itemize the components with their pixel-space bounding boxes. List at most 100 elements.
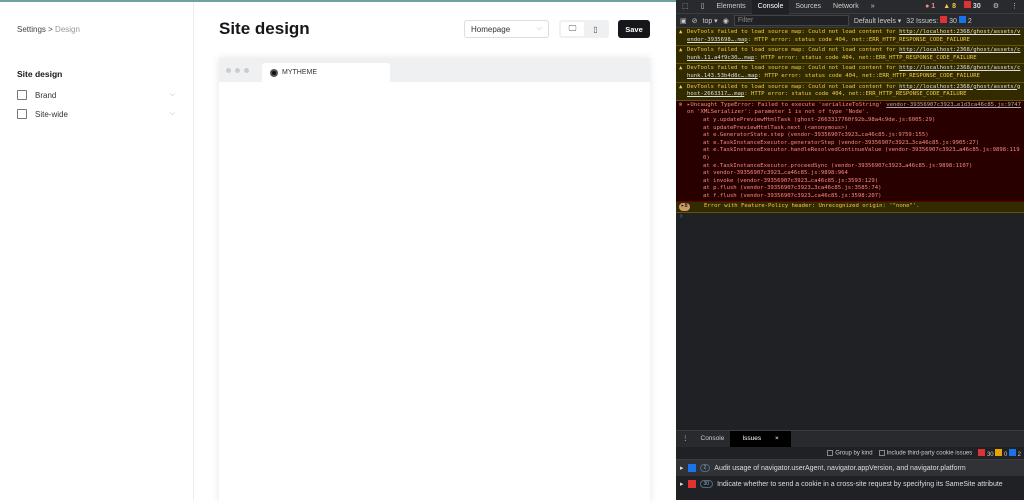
- error-icon: ⊗: [679, 101, 683, 108]
- sidebar-item-label: Brand: [35, 90, 57, 100]
- breadcrumb: Settings > Design: [17, 25, 80, 34]
- stack-frame[interactable]: at e.TaskInstanceExecutor.proceedSync (v…: [687, 163, 1021, 171]
- issue-row[interactable]: ▸ 2 Audit usage of navigator.userAgent, na…: [676, 460, 1024, 476]
- device-toggle: 🖵 ▯: [559, 20, 609, 38]
- console-warning: ▲ DevTools failed to load source map: Cou…: [676, 64, 1024, 83]
- error-count-value: 1: [931, 2, 936, 10]
- devtools-drawer: ⋮ Console Issues × Group by kind Include…: [676, 430, 1024, 500]
- issues-toolbar: Group by kind Include third-party cookie…: [676, 447, 1024, 460]
- console-warning: ▲ DevTools failed to load source map: Cou…: [676, 82, 1024, 101]
- stack-frame[interactable]: at updatePreviewHtmlTask.next (<anonymou…: [687, 125, 1021, 133]
- issue-title: Indicate whether to send a cookie in a c…: [717, 480, 1003, 488]
- error-issue-icon: [687, 480, 696, 488]
- error-count[interactable]: ● 1: [919, 0, 941, 14]
- warning-count[interactable]: ▲ 8: [941, 0, 958, 14]
- ghost-admin: Settings > Design Site design Brand ⌵ Si…: [0, 0, 676, 502]
- device-icon[interactable]: ▯: [695, 0, 711, 14]
- issue-counts: 30 0 2: [978, 448, 1021, 458]
- issues-blue-count: 2: [967, 18, 972, 25]
- sidebar-item-brand[interactable]: Brand ⌵: [17, 88, 175, 102]
- issues-summary[interactable]: 32 Issues: 30 2: [906, 16, 972, 25]
- issues-red-count: 30: [949, 18, 957, 25]
- repeat-badge-icon: ▸8: [679, 203, 690, 212]
- filter-input[interactable]: Filter: [733, 15, 849, 26]
- blue-count: 2: [1017, 451, 1021, 458]
- warning-text: DevTools failed to load source map: Coul…: [687, 47, 900, 54]
- console-messages: ▲ DevTools failed to load source map: Cou…: [676, 28, 1024, 220]
- console-prompt[interactable]: ›: [676, 213, 1024, 220]
- warning-rest: : HTTP error: status code 404, net::ERR_…: [757, 72, 981, 79]
- expand-icon: ▸: [680, 465, 684, 472]
- layout-icon: [17, 109, 27, 119]
- drawer-tab-label: Issues: [742, 435, 762, 442]
- warning-text: DevTools failed to load source map: Coul…: [687, 65, 900, 72]
- console-warning: ▸8 Error with Feature-Policy header: Unre…: [676, 202, 1024, 214]
- warning-rest: : HTTP error: status code 404, net::ERR_…: [744, 91, 967, 98]
- red-count: 30: [986, 451, 994, 458]
- tab-network[interactable]: Network: [827, 0, 865, 14]
- breadcrumb-settings[interactable]: Settings: [17, 25, 46, 34]
- issue-count-badge: 2: [699, 464, 711, 472]
- inspect-icon[interactable]: ⬚: [676, 0, 695, 14]
- sidebar-toggle-icon[interactable]: ▣: [680, 17, 687, 25]
- chevron-down-icon: ⌵: [536, 25, 542, 32]
- issue-count-value: 30: [972, 2, 981, 10]
- more-icon[interactable]: ⋮: [1005, 0, 1024, 14]
- stack-frame[interactable]: at p.flush (vendor-39356907c3923…3ca46c8…: [687, 185, 1021, 193]
- stack-frame[interactable]: at e.TaskInstanceExecutor.generatorStep …: [687, 140, 1021, 148]
- issue-count[interactable]: 30: [958, 0, 987, 14]
- tab-console[interactable]: Console: [751, 0, 790, 14]
- stack-frame[interactable]: at e.TaskInstanceExecutor.handleResolved…: [687, 147, 1021, 162]
- mobile-icon[interactable]: ▯: [584, 22, 607, 36]
- more-tabs-button[interactable]: »: [865, 0, 881, 14]
- save-button[interactable]: Save: [618, 20, 650, 38]
- stack-frame[interactable]: at e.GeneratorState.step (vendor-3935690…: [687, 132, 1021, 140]
- eye-icon[interactable]: ◉: [723, 17, 729, 25]
- checkbox-label: Include third-party cookie issues: [886, 450, 973, 457]
- stack-frame[interactable]: at vendor-39356907c3923…ca46c85.js:9898:…: [687, 170, 1021, 178]
- warning-rest: : HTTP error: status code 404, net::ERR_…: [754, 54, 977, 61]
- sidebar-item-label: Site-wide: [35, 109, 68, 119]
- edit-icon: [17, 90, 27, 100]
- levels-select[interactable]: Default levels ▾: [854, 17, 901, 25]
- group-by-kind-checkbox[interactable]: Group by kind: [827, 449, 873, 457]
- error-source-link[interactable]: vendor-39356907c3923…e1d3ca46c85.js:9747: [886, 102, 1021, 110]
- yellow-count: 0: [1003, 451, 1008, 458]
- preview-tab-label: MYTHEME: [282, 69, 317, 76]
- preview-tab: MYTHEME: [262, 63, 390, 82]
- stack-frame[interactable]: at invoke (vendor-39356907c3923…ca46c85.…: [687, 178, 1021, 186]
- site-preview: MYTHEME: [219, 58, 650, 502]
- issue-row[interactable]: ▸ 30 Indicate whether to send a cookie in …: [676, 476, 1024, 492]
- console-error[interactable]: ⊗ vendor-39356907c3923…e1d3ca46c85.js:97…: [676, 100, 1024, 203]
- sidebar-title: Site design: [17, 69, 63, 79]
- window-dots: [226, 68, 249, 73]
- gear-icon[interactable]: ⚙: [987, 0, 1005, 14]
- warning-rest: : HTTP error: status code 404, net::ERR_…: [747, 36, 970, 43]
- sidebar-item-site-wide[interactable]: Site-wide ⌵: [17, 107, 175, 121]
- devtools-tabs: ⬚ ▯ Elements Console Sources Network » ●…: [676, 0, 1024, 14]
- page-select[interactable]: Homepage ⌵: [464, 20, 549, 38]
- third-party-checkbox[interactable]: Include third-party cookie issues: [878, 449, 973, 457]
- info-issue-icon: [687, 464, 696, 472]
- close-icon[interactable]: ×: [769, 435, 785, 442]
- devtools-panel: ⬚ ▯ Elements Console Sources Network » ●…: [676, 0, 1024, 500]
- tab-sources[interactable]: Sources: [789, 0, 827, 14]
- desktop-icon[interactable]: 🖵: [561, 22, 584, 36]
- clear-icon[interactable]: ⊘: [692, 17, 698, 25]
- stack-frame[interactable]: at y.updatePreviewHtmlTask (ghost-266331…: [687, 117, 1021, 125]
- page-select-value: Homepage: [471, 25, 511, 34]
- warning-text: DevTools failed to load source map: Coul…: [687, 83, 900, 90]
- issue-title: Audit usage of navigator.userAgent, navi…: [714, 464, 966, 472]
- drawer-menu-icon[interactable]: ⋮: [676, 431, 695, 447]
- checkbox-label: Group by kind: [835, 450, 873, 457]
- context-select[interactable]: top ▾: [703, 17, 718, 25]
- warning-count-value: 8: [952, 2, 956, 10]
- browser-bar: MYTHEME: [219, 58, 650, 82]
- drawer-tab-issues[interactable]: Issues ×: [730, 431, 791, 447]
- error-message: ▸Uncaught TypeError: Failed to execute '…: [687, 101, 883, 116]
- drawer-tab-console[interactable]: Console: [695, 431, 731, 447]
- breadcrumb-current: Design: [55, 25, 80, 34]
- stack-frame[interactable]: at f.flush (vendor-39356907c3923…ca46c85…: [687, 193, 1021, 201]
- settings-sidebar: Settings > Design Site design Brand ⌵ Si…: [0, 2, 194, 500]
- tab-elements[interactable]: Elements: [710, 0, 751, 14]
